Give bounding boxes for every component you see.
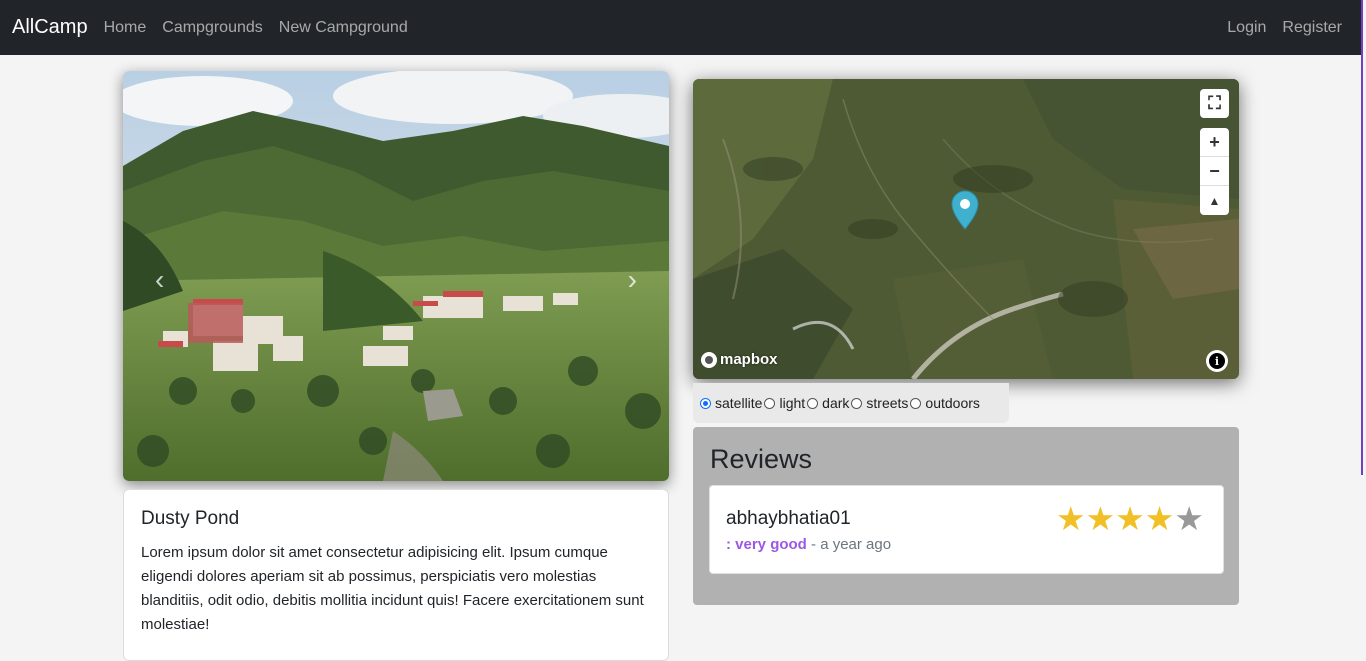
mapbox-logo-text: mapbox: [720, 351, 778, 368]
fullscreen-button[interactable]: ⛶: [1200, 89, 1229, 118]
radio-dark[interactable]: [807, 397, 819, 409]
radio-satellite[interactable]: [700, 397, 711, 409]
compass-button[interactable]: ▲: [1200, 186, 1229, 215]
style-label-streets: streets: [866, 395, 909, 411]
reviews-title: Reviews: [710, 444, 813, 474]
zoom-in-button[interactable]: +: [1200, 128, 1229, 157]
radio-outdoors[interactable]: [910, 397, 922, 409]
reviews-section: Reviews abhaybhatia01 ★ ★ ★ ★ ★ : very g…: [693, 427, 1239, 605]
style-option-outdoors[interactable]: outdoors: [910, 395, 980, 411]
navbar: AllCamp Home Campgrounds New Campground …: [0, 0, 1361, 55]
review-author: abhaybhatia01: [726, 508, 851, 529]
style-option-light[interactable]: light: [764, 395, 805, 411]
style-option-streets[interactable]: streets: [851, 395, 908, 411]
map-style-switcher: satellite light dark streets outdoors: [693, 383, 1009, 423]
map-view[interactable]: [693, 79, 1239, 379]
nav-new-campground-link[interactable]: New Campground: [279, 19, 408, 37]
review-card: abhaybhatia01 ★ ★ ★ ★ ★ : very good - a …: [709, 485, 1224, 574]
star-icon: ★: [1115, 499, 1145, 538]
carousel-next-button[interactable]: ›: [628, 266, 637, 294]
radio-light[interactable]: [764, 397, 776, 409]
star-icon: ★: [1144, 499, 1175, 538]
campground-card: Dusty Pond Lorem ipsum dolor sit amet co…: [123, 489, 669, 661]
campground-carousel: ‹ ›: [123, 71, 669, 481]
page-edge-accent: [1361, 0, 1363, 475]
style-label-dark: dark: [822, 395, 850, 411]
style-option-dark[interactable]: dark: [807, 395, 849, 411]
star-empty-icon: ★: [1174, 499, 1204, 538]
brand-link[interactable]: AllCamp: [12, 16, 88, 39]
campground-title: Dusty Pond: [141, 508, 240, 529]
nav-campgrounds-link[interactable]: Campgrounds: [162, 19, 263, 37]
radio-streets[interactable]: [851, 397, 863, 409]
campground-photo: [123, 71, 669, 481]
attribution-info-button[interactable]: i: [1206, 350, 1228, 372]
star-icon: ★: [1085, 499, 1116, 538]
review-time: - a year ago: [806, 536, 892, 553]
info-icon: i: [1209, 353, 1225, 369]
star-rating: ★ ★ ★ ★ ★: [1056, 502, 1204, 535]
style-label-satellite: satellite: [715, 395, 763, 411]
style-option-satellite[interactable]: satellite: [700, 395, 762, 411]
star-icon: ★: [1056, 499, 1086, 538]
mapbox-logo-icon: [701, 351, 717, 368]
style-label-outdoors: outdoors: [925, 395, 980, 411]
campground-description: Lorem ipsum dolor sit amet consectetur a…: [141, 544, 644, 633]
zoom-out-button[interactable]: −: [1200, 157, 1229, 186]
nav-register-link[interactable]: Register: [1282, 19, 1342, 37]
nav-right-group: Login Register: [1227, 19, 1358, 37]
style-label-light: light: [779, 395, 806, 411]
carousel-prev-button[interactable]: ‹: [155, 266, 164, 294]
mapbox-logo[interactable]: mapbox: [701, 351, 778, 368]
review-meta: : very good - a year ago: [726, 536, 891, 553]
nav-login-link[interactable]: Login: [1227, 19, 1266, 37]
nav-home-link[interactable]: Home: [104, 19, 147, 37]
review-text: : very good: [726, 536, 807, 553]
satellite-map: [693, 79, 1239, 379]
